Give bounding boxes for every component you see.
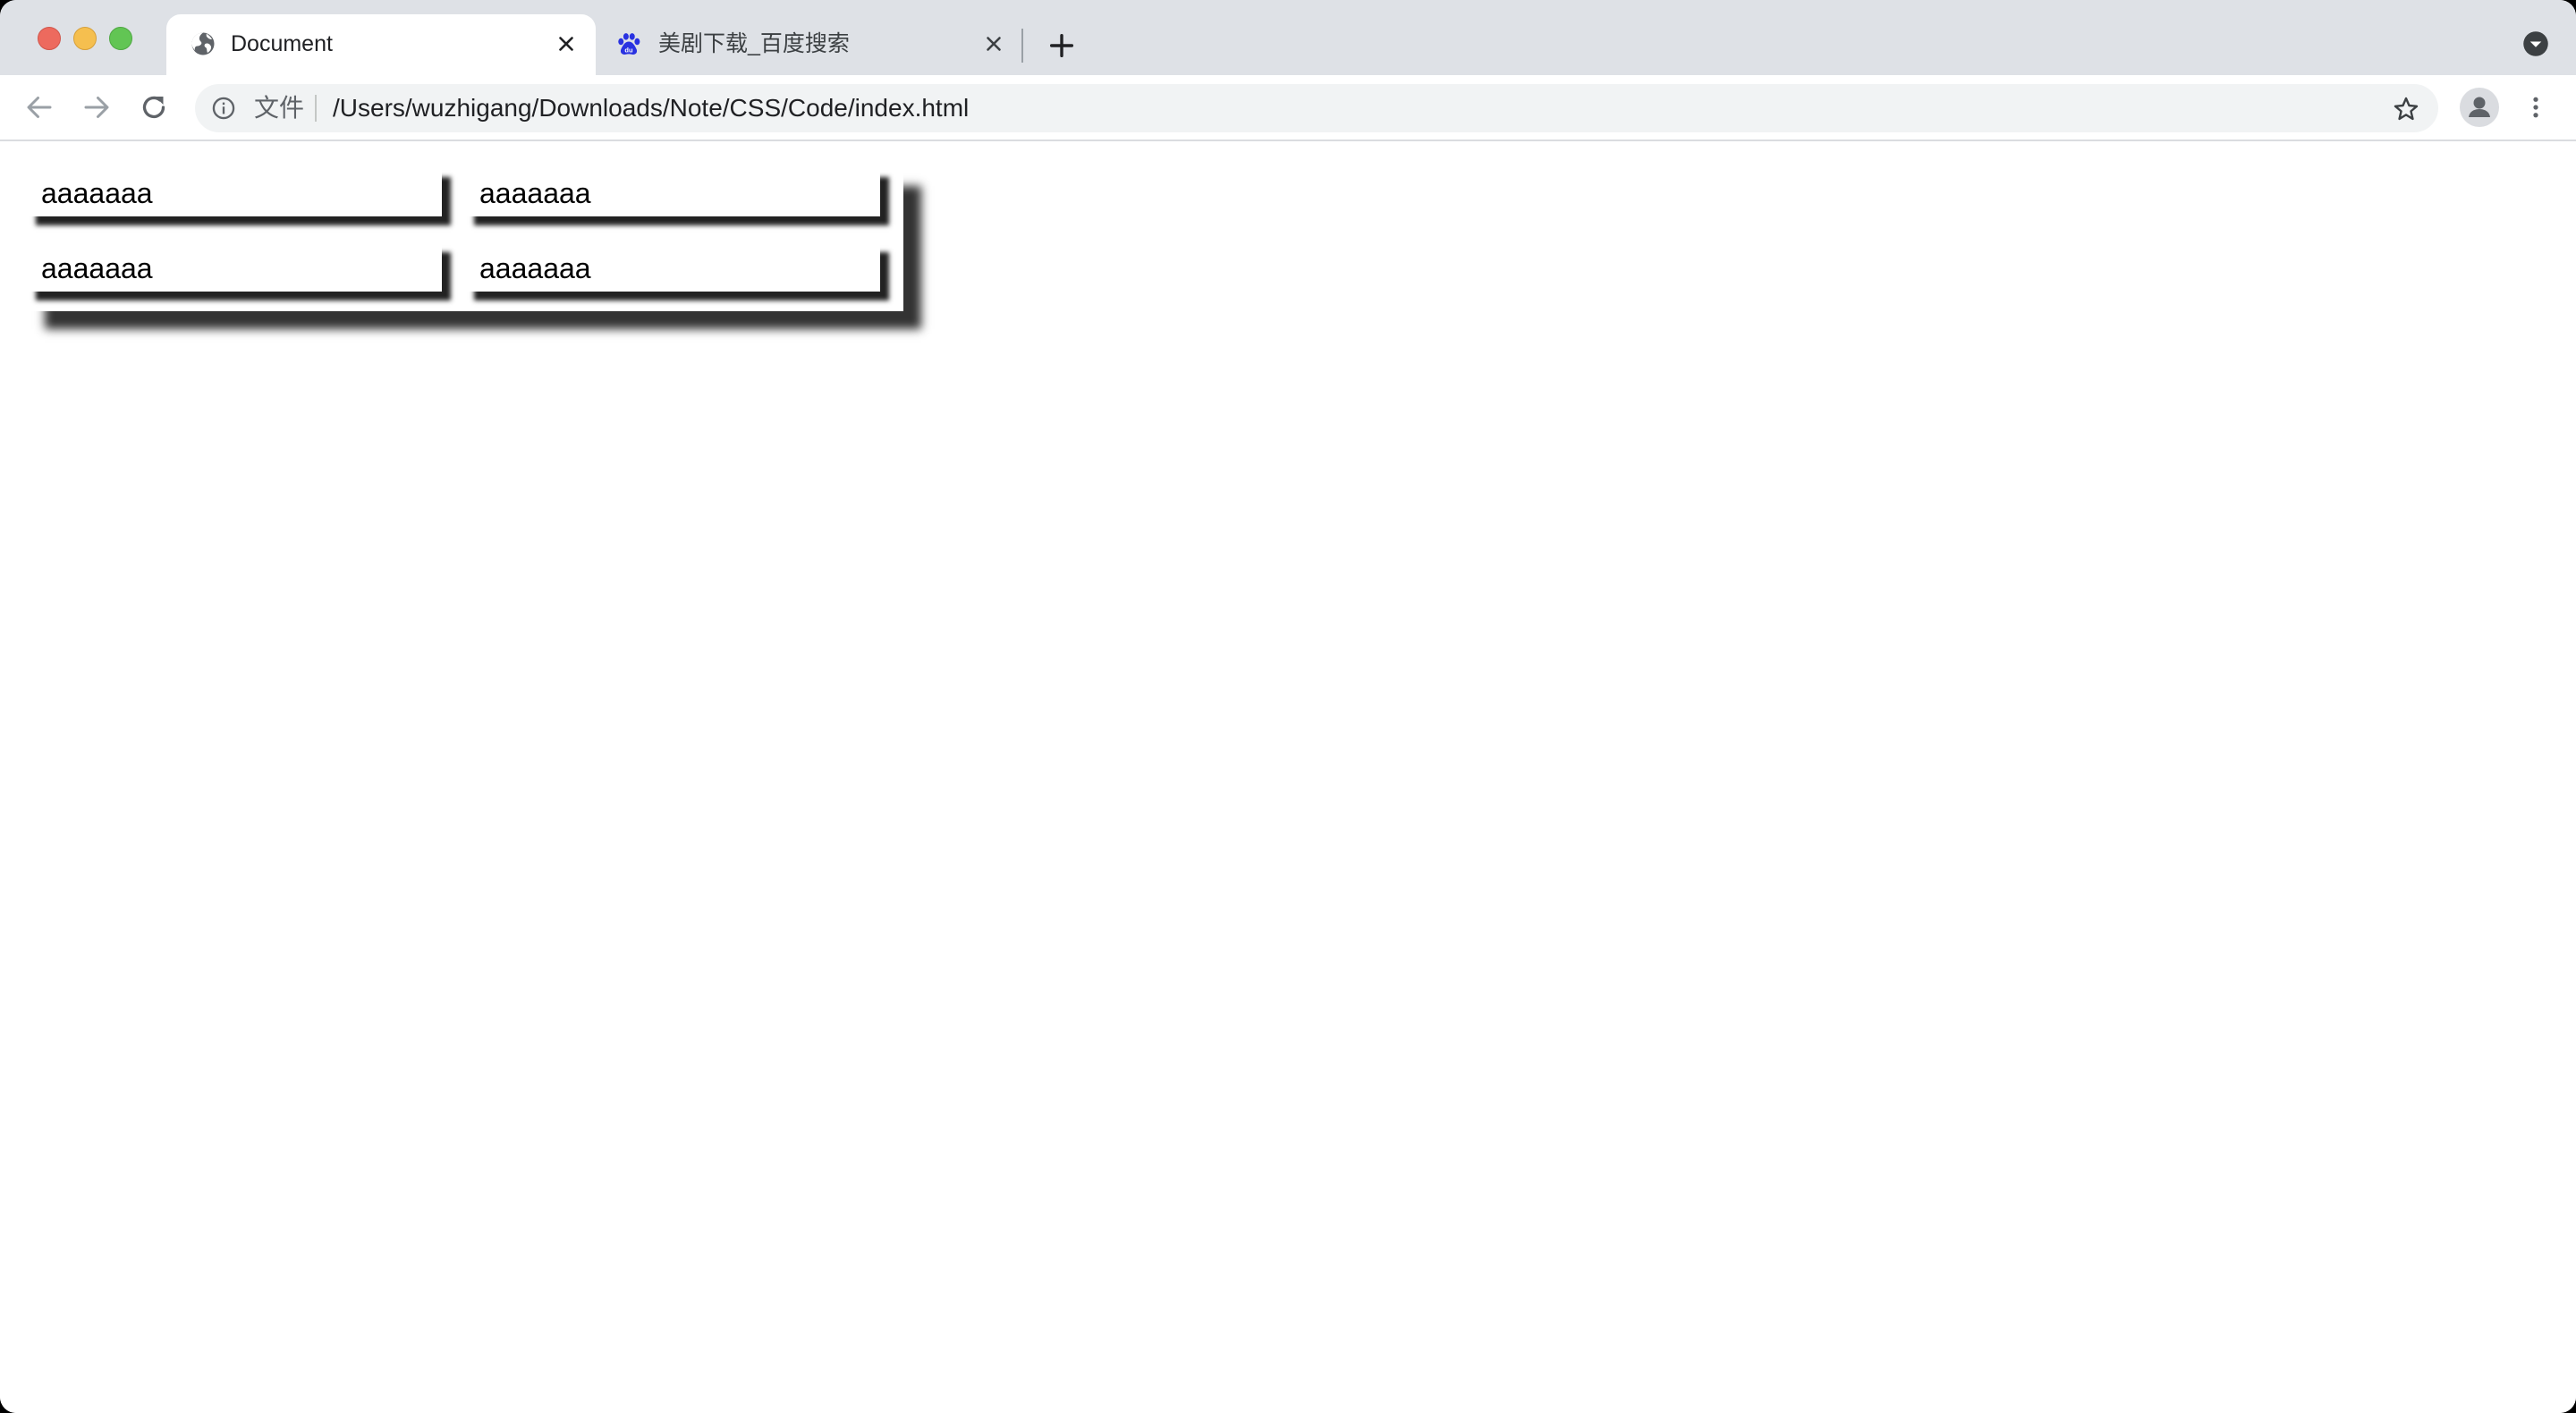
tab-title: 美剧下载_百度搜索 bbox=[658, 31, 850, 56]
shadow-cell: aaaaaaa bbox=[465, 168, 880, 216]
new-tab-icon[interactable] bbox=[1046, 30, 1077, 61]
globe-icon bbox=[191, 32, 215, 55]
tab-title: Document bbox=[231, 31, 333, 56]
tab-search-icon[interactable] bbox=[2522, 30, 2549, 57]
close-tab-icon[interactable] bbox=[555, 32, 578, 55]
browser-window: Document du 美剧下载_百度搜索 文件 /Users/wuzhigan… bbox=[0, 0, 2576, 1413]
browser-toolbar: 文件 /Users/wuzhigang/Downloads/Note/CSS/C… bbox=[0, 75, 2576, 141]
shadow-cell: aaaaaaa bbox=[465, 243, 880, 292]
svg-text:du: du bbox=[624, 46, 633, 54]
omnibox-separator bbox=[315, 95, 317, 122]
baidu-paw-icon: du bbox=[618, 33, 640, 55]
address-bar[interactable]: 文件 /Users/wuzhigang/Downloads/Note/CSS/C… bbox=[195, 84, 2438, 132]
scheme-chip: 文件 bbox=[254, 94, 305, 122]
page-viewport: aaaaaaa aaaaaaa aaaaaaa aaaaaaa bbox=[0, 141, 2576, 1413]
shadow-cell: aaaaaaa bbox=[27, 243, 442, 292]
tab-baidu-search[interactable]: du 美剧下载_百度搜索 bbox=[599, 14, 1020, 75]
shadow-container: aaaaaaa aaaaaaa aaaaaaa aaaaaaa bbox=[27, 168, 903, 311]
tab-document[interactable]: Document bbox=[166, 14, 596, 75]
kebab-menu-icon[interactable] bbox=[2522, 93, 2549, 122]
arrow-left-icon[interactable] bbox=[23, 91, 55, 123]
cell-text: aaaaaaa bbox=[41, 177, 153, 209]
info-icon[interactable] bbox=[211, 96, 236, 121]
tab-strip: Document du 美剧下载_百度搜索 bbox=[0, 0, 2576, 75]
cell-text: aaaaaaa bbox=[41, 252, 153, 284]
window-maximize-button[interactable] bbox=[109, 27, 132, 50]
cell-text: aaaaaaa bbox=[479, 252, 591, 284]
person-icon bbox=[2469, 97, 2490, 117]
shadow-cell: aaaaaaa bbox=[27, 168, 442, 216]
cell-text: aaaaaaa bbox=[479, 177, 591, 209]
close-tab-icon[interactable] bbox=[982, 32, 1005, 55]
tab-divider bbox=[1021, 29, 1023, 63]
url-text[interactable]: /Users/wuzhigang/Downloads/Note/CSS/Code… bbox=[333, 94, 969, 123]
window-close-button[interactable] bbox=[38, 27, 61, 50]
reload-icon[interactable] bbox=[138, 91, 170, 123]
arrow-right-icon[interactable] bbox=[80, 91, 113, 123]
profile-avatar[interactable] bbox=[2460, 88, 2499, 127]
window-minimize-button[interactable] bbox=[73, 27, 97, 50]
star-icon[interactable] bbox=[2392, 95, 2420, 123]
